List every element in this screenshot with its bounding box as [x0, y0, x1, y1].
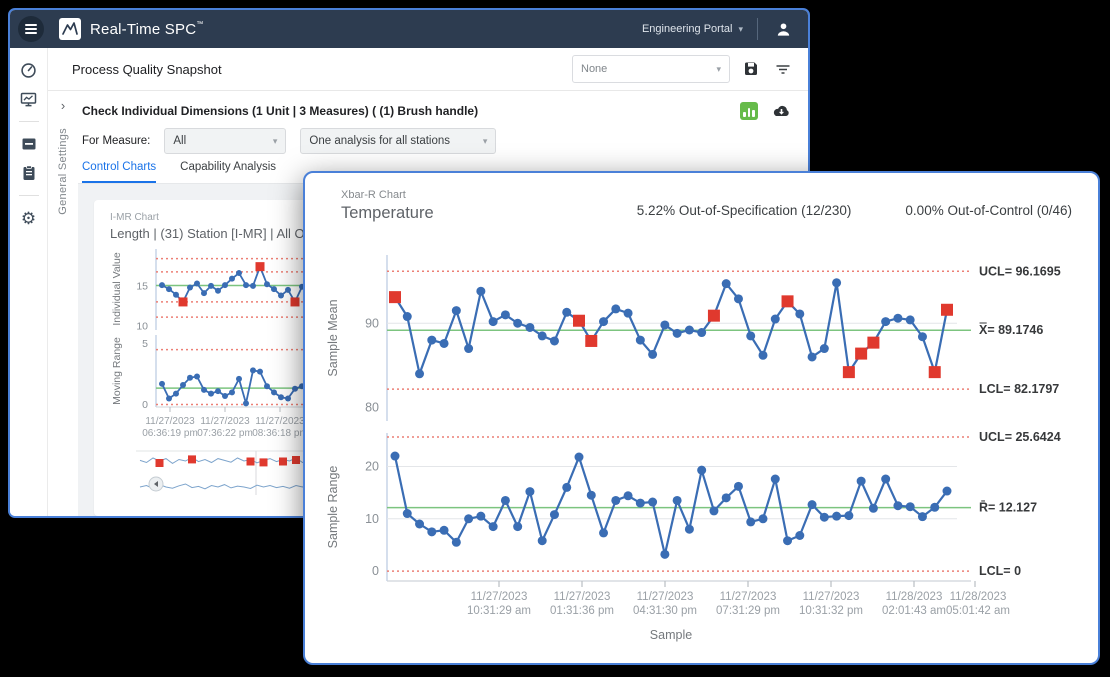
svg-text:X̿= 89.1746: X̿= 89.1746 — [979, 322, 1043, 337]
rail-divider — [19, 121, 39, 122]
xbar-r-chart-svg[interactable]: 80 90 UCL= 96.1695 X̿= 89.1746 LCL= 82.1797 0… — [323, 241, 1091, 655]
svg-text:80: 80 — [365, 401, 379, 415]
xbar-r-chart-window: Xbar-R Chart Temperature 5.22% Out-of-Sp… — [303, 171, 1100, 665]
chevron-down-icon: ▾ — [716, 64, 721, 75]
tab-control-charts[interactable]: Control Charts — [82, 161, 156, 183]
svg-text:10: 10 — [365, 512, 379, 526]
svg-text:15: 15 — [136, 280, 148, 292]
svg-text:08:36:18 pm: 08:36:18 pm — [252, 428, 308, 439]
clipboard-icon[interactable] — [20, 164, 38, 182]
for-measure-label: For Measure: — [82, 135, 150, 147]
portal-selector[interactable]: Engineering Portal ▾ — [642, 23, 743, 35]
app-title: Real-Time SPC™ — [90, 21, 203, 38]
svg-text:11/27/2023: 11/27/2023 — [720, 591, 777, 603]
inbox-box-icon[interactable] — [20, 135, 38, 153]
settings-gear-icon[interactable]: ⚙ — [20, 209, 38, 227]
measure-select[interactable]: All ▾ — [164, 128, 286, 154]
topbar-divider — [757, 18, 758, 40]
svg-text:90: 90 — [365, 316, 379, 330]
svg-text:20: 20 — [365, 459, 379, 473]
svg-text:05:01:42 am: 05:01:42 am — [946, 605, 1010, 617]
filter-icon[interactable] — [772, 58, 794, 80]
svg-text:11/27/2023: 11/27/2023 — [471, 591, 528, 603]
svg-text:Moving Range: Moving Range — [111, 337, 123, 405]
svg-text:07:36:22 pm: 07:36:22 pm — [197, 428, 253, 439]
chevron-down-icon: ▾ — [273, 136, 278, 147]
svg-text:Sample Range: Sample Range — [326, 466, 340, 549]
svg-text:11/28/2023: 11/28/2023 — [950, 591, 1007, 603]
svg-text:11/27/2023: 11/27/2023 — [554, 591, 611, 603]
app-topbar: Real-Time SPC™ Engineering Portal ▾ — [10, 10, 808, 48]
svg-text:11/27/2023: 11/27/2023 — [803, 591, 860, 603]
xbar-r-type-label: Xbar-R Chart — [341, 189, 406, 201]
cloud-download-button[interactable] — [770, 100, 792, 122]
svg-text:0: 0 — [142, 399, 148, 411]
monitor-chart-icon[interactable] — [20, 90, 38, 108]
svg-text:UCL= 25.6424: UCL= 25.6424 — [979, 430, 1061, 444]
app-logo-icon — [59, 18, 81, 40]
chevron-down-icon: ▾ — [738, 24, 743, 35]
chart-statistics: 5.22% Out-of-Specification (12/230) 0.00… — [637, 203, 1072, 218]
svg-text:0: 0 — [372, 564, 379, 578]
svg-text:LCL= 82.1797: LCL= 82.1797 — [979, 382, 1059, 396]
svg-text:07:31:29 pm: 07:31:29 pm — [716, 605, 780, 617]
svg-text:11/27/2023: 11/27/2023 — [145, 416, 195, 427]
svg-text:10:31:29 am: 10:31:29 am — [467, 605, 531, 617]
chart-view-button[interactable] — [740, 102, 758, 120]
user-account-icon[interactable] — [772, 18, 794, 40]
svg-text:11/27/2023: 11/27/2023 — [637, 591, 694, 603]
page-title: Process Quality Snapshot — [72, 62, 222, 77]
stations-analysis-select[interactable]: One analysis for all stations ▾ — [300, 128, 496, 154]
svg-text:Sample Mean: Sample Mean — [326, 299, 340, 376]
page-header: Process Quality Snapshot None ▾ — [48, 48, 808, 91]
svg-text:04:31:30 pm: 04:31:30 pm — [633, 605, 697, 617]
svg-text:UCL= 96.1695: UCL= 96.1695 — [979, 264, 1061, 278]
save-button[interactable] — [740, 58, 762, 80]
left-icon-rail: ⚙ — [10, 48, 48, 516]
svg-text:11/27/2023: 11/27/2023 — [255, 416, 305, 427]
svg-text:5: 5 — [142, 338, 148, 350]
svg-text:01:31:36 pm: 01:31:36 pm — [550, 605, 614, 617]
svg-text:06:36:19 pm: 06:36:19 pm — [142, 428, 198, 439]
svg-text:10: 10 — [136, 320, 148, 332]
expand-chevron-icon[interactable]: › — [61, 99, 65, 112]
svg-text:11/27/2023: 11/27/2023 — [200, 416, 250, 427]
svg-text:02:01:43 am: 02:01:43 am — [882, 605, 946, 617]
xbar-r-title: Temperature — [341, 204, 434, 223]
desktop-stage: Real-Time SPC™ Engineering Portal ▾ — [0, 0, 1110, 677]
chevron-down-icon: ▾ — [483, 136, 488, 147]
rail-divider — [19, 195, 39, 196]
svg-text:Individual Value: Individual Value — [111, 252, 123, 326]
dashboard-gauge-icon[interactable] — [20, 61, 38, 79]
out-of-spec-stat: 5.22% Out-of-Specification (12/230) — [637, 203, 852, 218]
tab-capability-analysis[interactable]: Capability Analysis — [180, 161, 276, 183]
svg-text:LCL= 0: LCL= 0 — [979, 564, 1021, 578]
menu-button[interactable] — [18, 16, 44, 42]
svg-text:R̄= 12.127: R̄= 12.127 — [979, 500, 1037, 514]
analysis-title: Check Individual Dimensions (1 Unit | 3 … — [82, 104, 478, 118]
snapshot-preset-select[interactable]: None ▾ — [572, 55, 730, 83]
out-of-control-stat: 0.00% Out-of-Control (0/46) — [905, 203, 1072, 218]
svg-text:Sample: Sample — [650, 628, 692, 642]
svg-text:10:31:32 pm: 10:31:32 pm — [799, 605, 863, 617]
svg-text:11/28/2023: 11/28/2023 — [886, 591, 943, 603]
general-settings-strip: › General Settings — [48, 91, 78, 516]
general-settings-label: General Settings — [57, 128, 69, 215]
